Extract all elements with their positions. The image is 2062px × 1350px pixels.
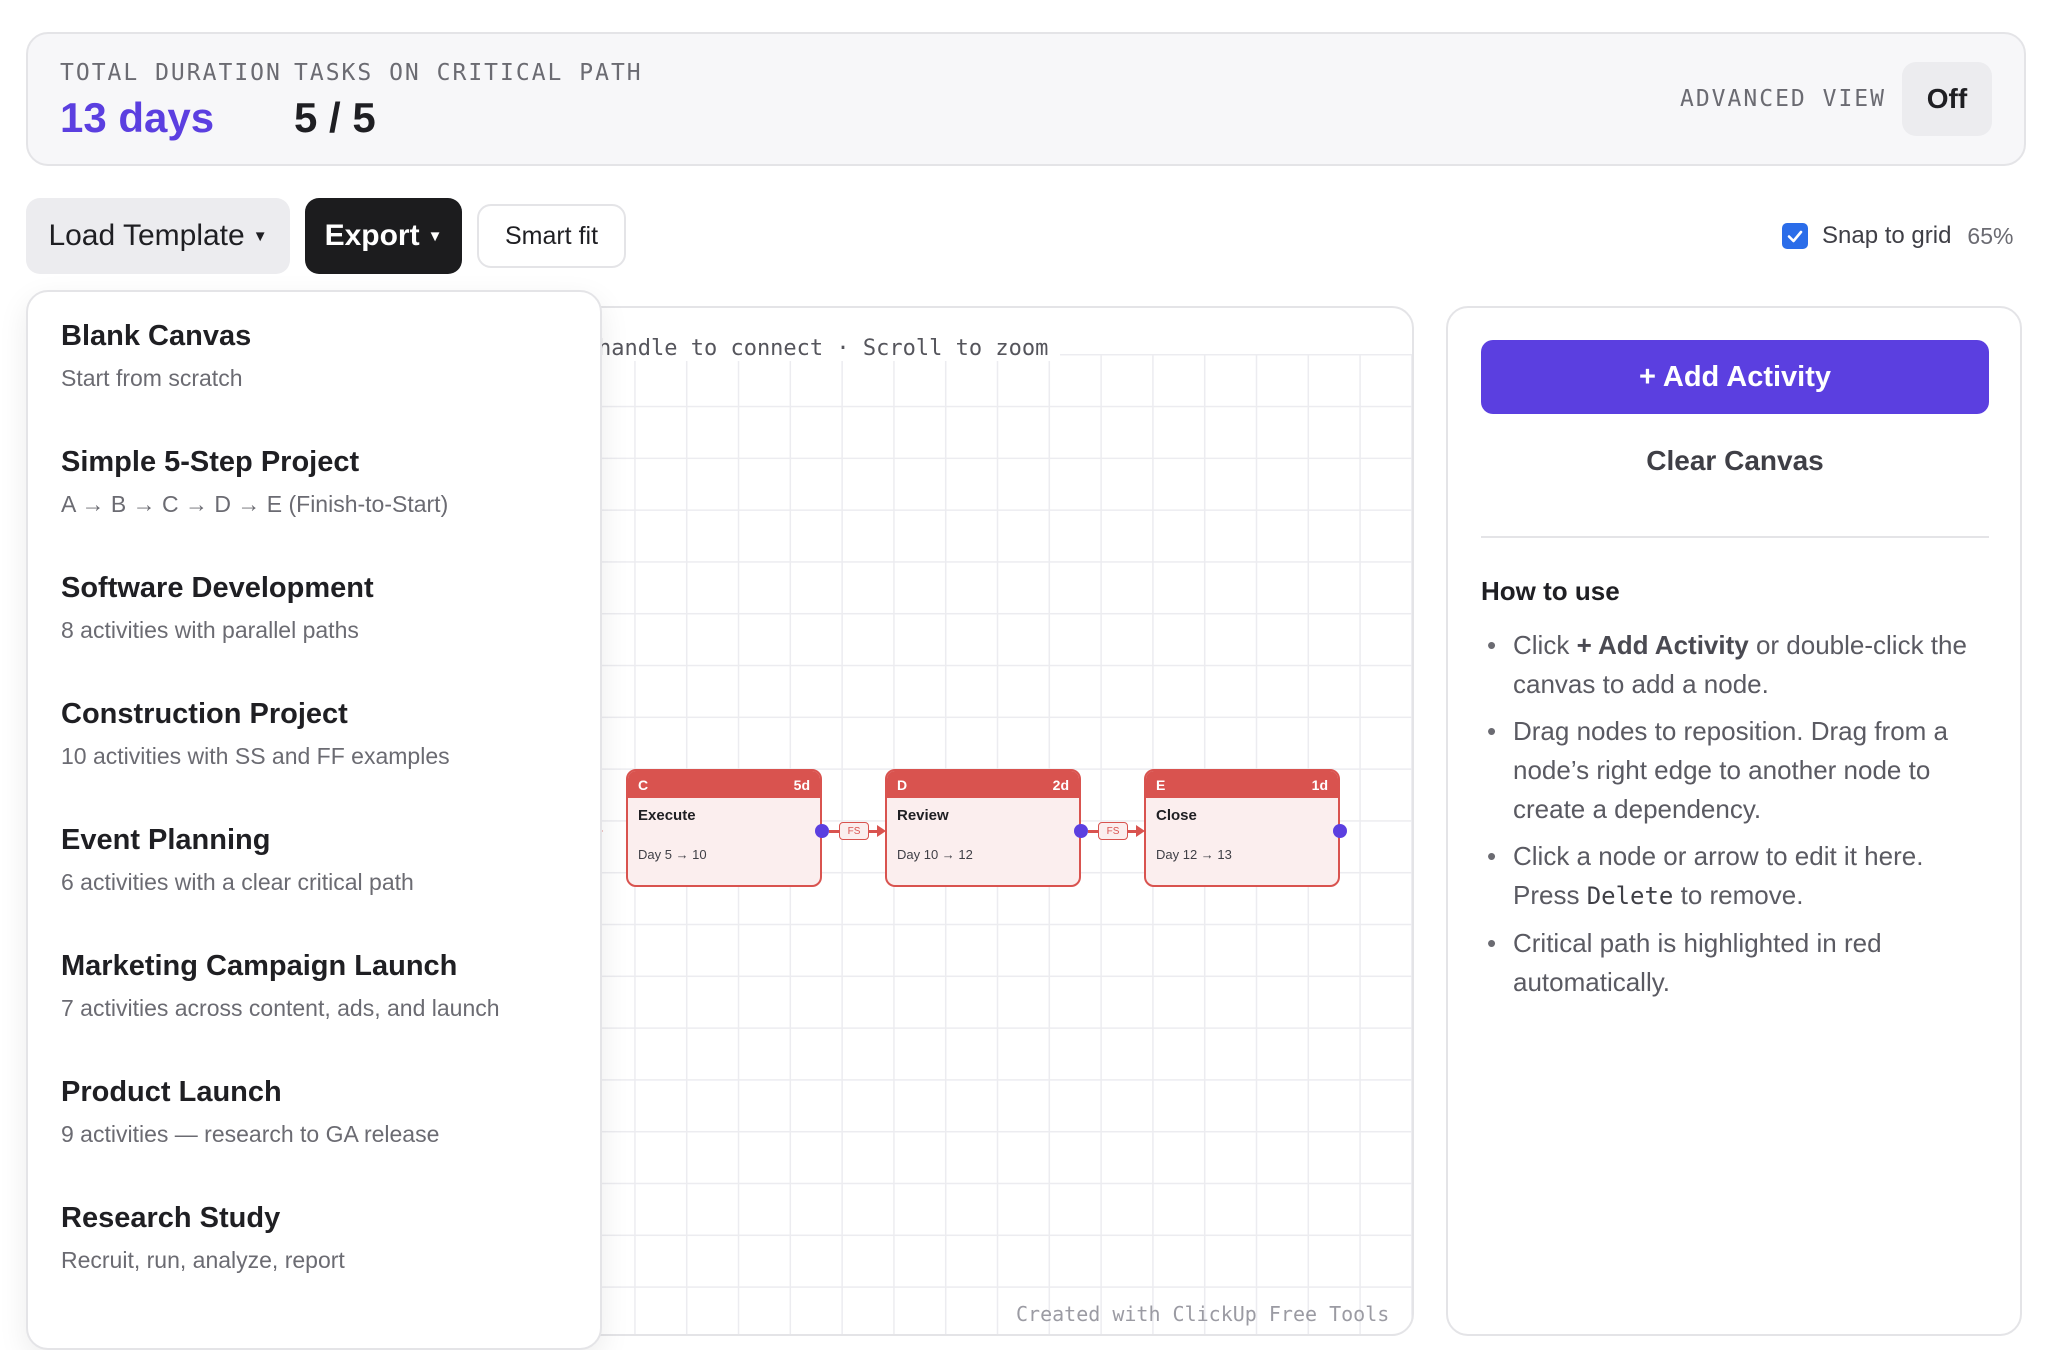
- total-duration-stat: TOTAL DURATION 13 days: [60, 60, 282, 142]
- template-option-title: Software Development: [61, 572, 374, 604]
- how-to-tip: Critical path is highlighted in red auto…: [1481, 924, 1981, 1002]
- how-to-tip: Drag nodes to reposition. Drag from a no…: [1481, 712, 1981, 829]
- connect-handle[interactable]: [1333, 824, 1347, 838]
- critical-path-stat: TASKS ON CRITICAL PATH 5 / 5: [294, 60, 643, 142]
- node-name: Execute: [638, 807, 696, 824]
- how-to-use-list: Click + Add Activity or double-click the…: [1481, 626, 1981, 1010]
- node-duration: 5d: [793, 776, 810, 793]
- template-option-construction-project[interactable]: Construction Project 10 activities with …: [61, 698, 450, 770]
- add-activity-button[interactable]: + Add Activity: [1481, 340, 1989, 414]
- template-option-title: Product Launch: [61, 1076, 282, 1108]
- edge-type-label[interactable]: FS: [1098, 822, 1128, 840]
- template-option-product-launch[interactable]: Product Launch 9 activities — research t…: [61, 1076, 439, 1148]
- canvas-hint: handle to connect · Scroll to zoom: [598, 336, 1061, 361]
- activity-node[interactable]: D 2d Review Day 10 → 12: [885, 769, 1081, 887]
- tip-emphasis: + Add Activity: [1576, 630, 1749, 660]
- template-option-desc: 7 activities across content, ads, and la…: [61, 995, 500, 1021]
- chevron-down-icon: ▼: [427, 227, 443, 245]
- template-option-desc: 9 activities — research to GA release: [61, 1121, 440, 1147]
- node-id: E: [1156, 776, 1166, 793]
- template-dropdown-menu: Blank Canvas Start from scratch Simple 5…: [26, 290, 602, 1350]
- snap-to-grid-control: Snap to grid 65%: [1782, 222, 2013, 250]
- export-label: Export: [324, 219, 420, 252]
- how-to-tip: Click + Add Activity or double-click the…: [1481, 626, 1981, 704]
- template-option-event-planning[interactable]: Event Planning 6 activities with a clear…: [61, 824, 414, 896]
- tip-text: to remove.: [1673, 880, 1804, 910]
- canvas-credit: Created with ClickUp Free Tools: [1016, 1302, 1390, 1326]
- node-duration: 2d: [1052, 776, 1069, 793]
- snap-to-grid-checkbox[interactable]: [1782, 223, 1808, 249]
- template-option-research-study[interactable]: Research Study Recruit, run, analyze, re…: [61, 1202, 345, 1274]
- activity-node[interactable]: E 1d Close Day 12 → 13: [1144, 769, 1340, 887]
- checkmark-icon: [1787, 230, 1803, 243]
- tip-key: Delete: [1586, 882, 1674, 910]
- clear-canvas-button[interactable]: Clear Canvas: [1481, 428, 1989, 494]
- template-option-title: Construction Project: [61, 698, 348, 730]
- activity-node[interactable]: C 5d Execute Day 5 → 10: [626, 769, 822, 887]
- advanced-view-label: ADVANCED VIEW: [1679, 86, 1886, 112]
- node-duration: 1d: [1311, 776, 1328, 793]
- how-to-use-heading: How to use: [1481, 576, 1620, 606]
- divider: [1481, 536, 1989, 538]
- advanced-view-toggle[interactable]: Off: [1902, 62, 1992, 136]
- node-header: C 5d: [628, 771, 820, 798]
- node-days: Day 10 → 12: [897, 847, 973, 862]
- smart-fit-button[interactable]: Smart fit: [477, 204, 626, 268]
- load-template-button[interactable]: Load Template ▼: [26, 198, 290, 274]
- stats-bar: TOTAL DURATION 13 days TASKS ON CRITICAL…: [26, 32, 2026, 166]
- node-id: C: [638, 776, 649, 793]
- node-days: Day 5 → 10: [638, 847, 707, 862]
- node-header: D 2d: [887, 771, 1079, 798]
- connect-handle[interactable]: [1074, 824, 1088, 838]
- critical-path-label: TASKS ON CRITICAL PATH: [294, 60, 643, 86]
- tip-text: Click: [1513, 630, 1577, 660]
- connect-handle[interactable]: [815, 824, 829, 838]
- template-option-blank-canvas[interactable]: Blank Canvas Start from scratch: [61, 320, 251, 392]
- zoom-level: 65%: [1967, 222, 2014, 249]
- template-option-desc: Start from scratch: [61, 365, 243, 391]
- side-panel: + Add Activity Clear Canvas How to use C…: [1446, 306, 2022, 1336]
- template-option-marketing-campaign[interactable]: Marketing Campaign Launch 7 activities a…: [61, 950, 500, 1022]
- template-option-desc: A → B → C → D → E (Finish-to-Start): [61, 491, 449, 517]
- snap-to-grid-label: Snap to grid: [1822, 222, 1952, 249]
- template-option-software-development[interactable]: Software Development 8 activities with p…: [61, 572, 374, 644]
- export-button[interactable]: Export ▼: [305, 198, 462, 274]
- node-id: D: [897, 776, 908, 793]
- template-option-title: Marketing Campaign Launch: [61, 950, 458, 982]
- total-duration-value: 13 days: [60, 94, 215, 141]
- template-option-desc: 10 activities with SS and FF examples: [61, 743, 450, 769]
- template-option-desc: Recruit, run, analyze, report: [61, 1247, 345, 1273]
- how-to-tip: Click a node or arrow to edit it here. P…: [1481, 837, 1981, 916]
- node-name: Review: [897, 807, 949, 824]
- template-option-simple-5-step[interactable]: Simple 5-Step Project A → B → C → D → E …: [61, 446, 448, 518]
- template-option-title: Research Study: [61, 1202, 281, 1234]
- template-option-title: Blank Canvas: [61, 320, 252, 352]
- critical-path-value: 5 / 5: [294, 94, 376, 141]
- node-header: E 1d: [1146, 771, 1338, 798]
- edge-type-label[interactable]: FS: [839, 822, 869, 840]
- total-duration-label: TOTAL DURATION: [60, 60, 282, 86]
- node-days: Day 12 → 13: [1156, 847, 1232, 862]
- chevron-down-icon: ▼: [252, 227, 268, 245]
- template-option-title: Simple 5-Step Project: [61, 446, 360, 478]
- load-template-label: Load Template: [48, 219, 245, 252]
- template-option-title: Event Planning: [61, 824, 271, 856]
- node-name: Close: [1156, 807, 1197, 824]
- template-option-desc: 6 activities with a clear critical path: [61, 869, 414, 895]
- template-option-desc: 8 activities with parallel paths: [61, 617, 359, 643]
